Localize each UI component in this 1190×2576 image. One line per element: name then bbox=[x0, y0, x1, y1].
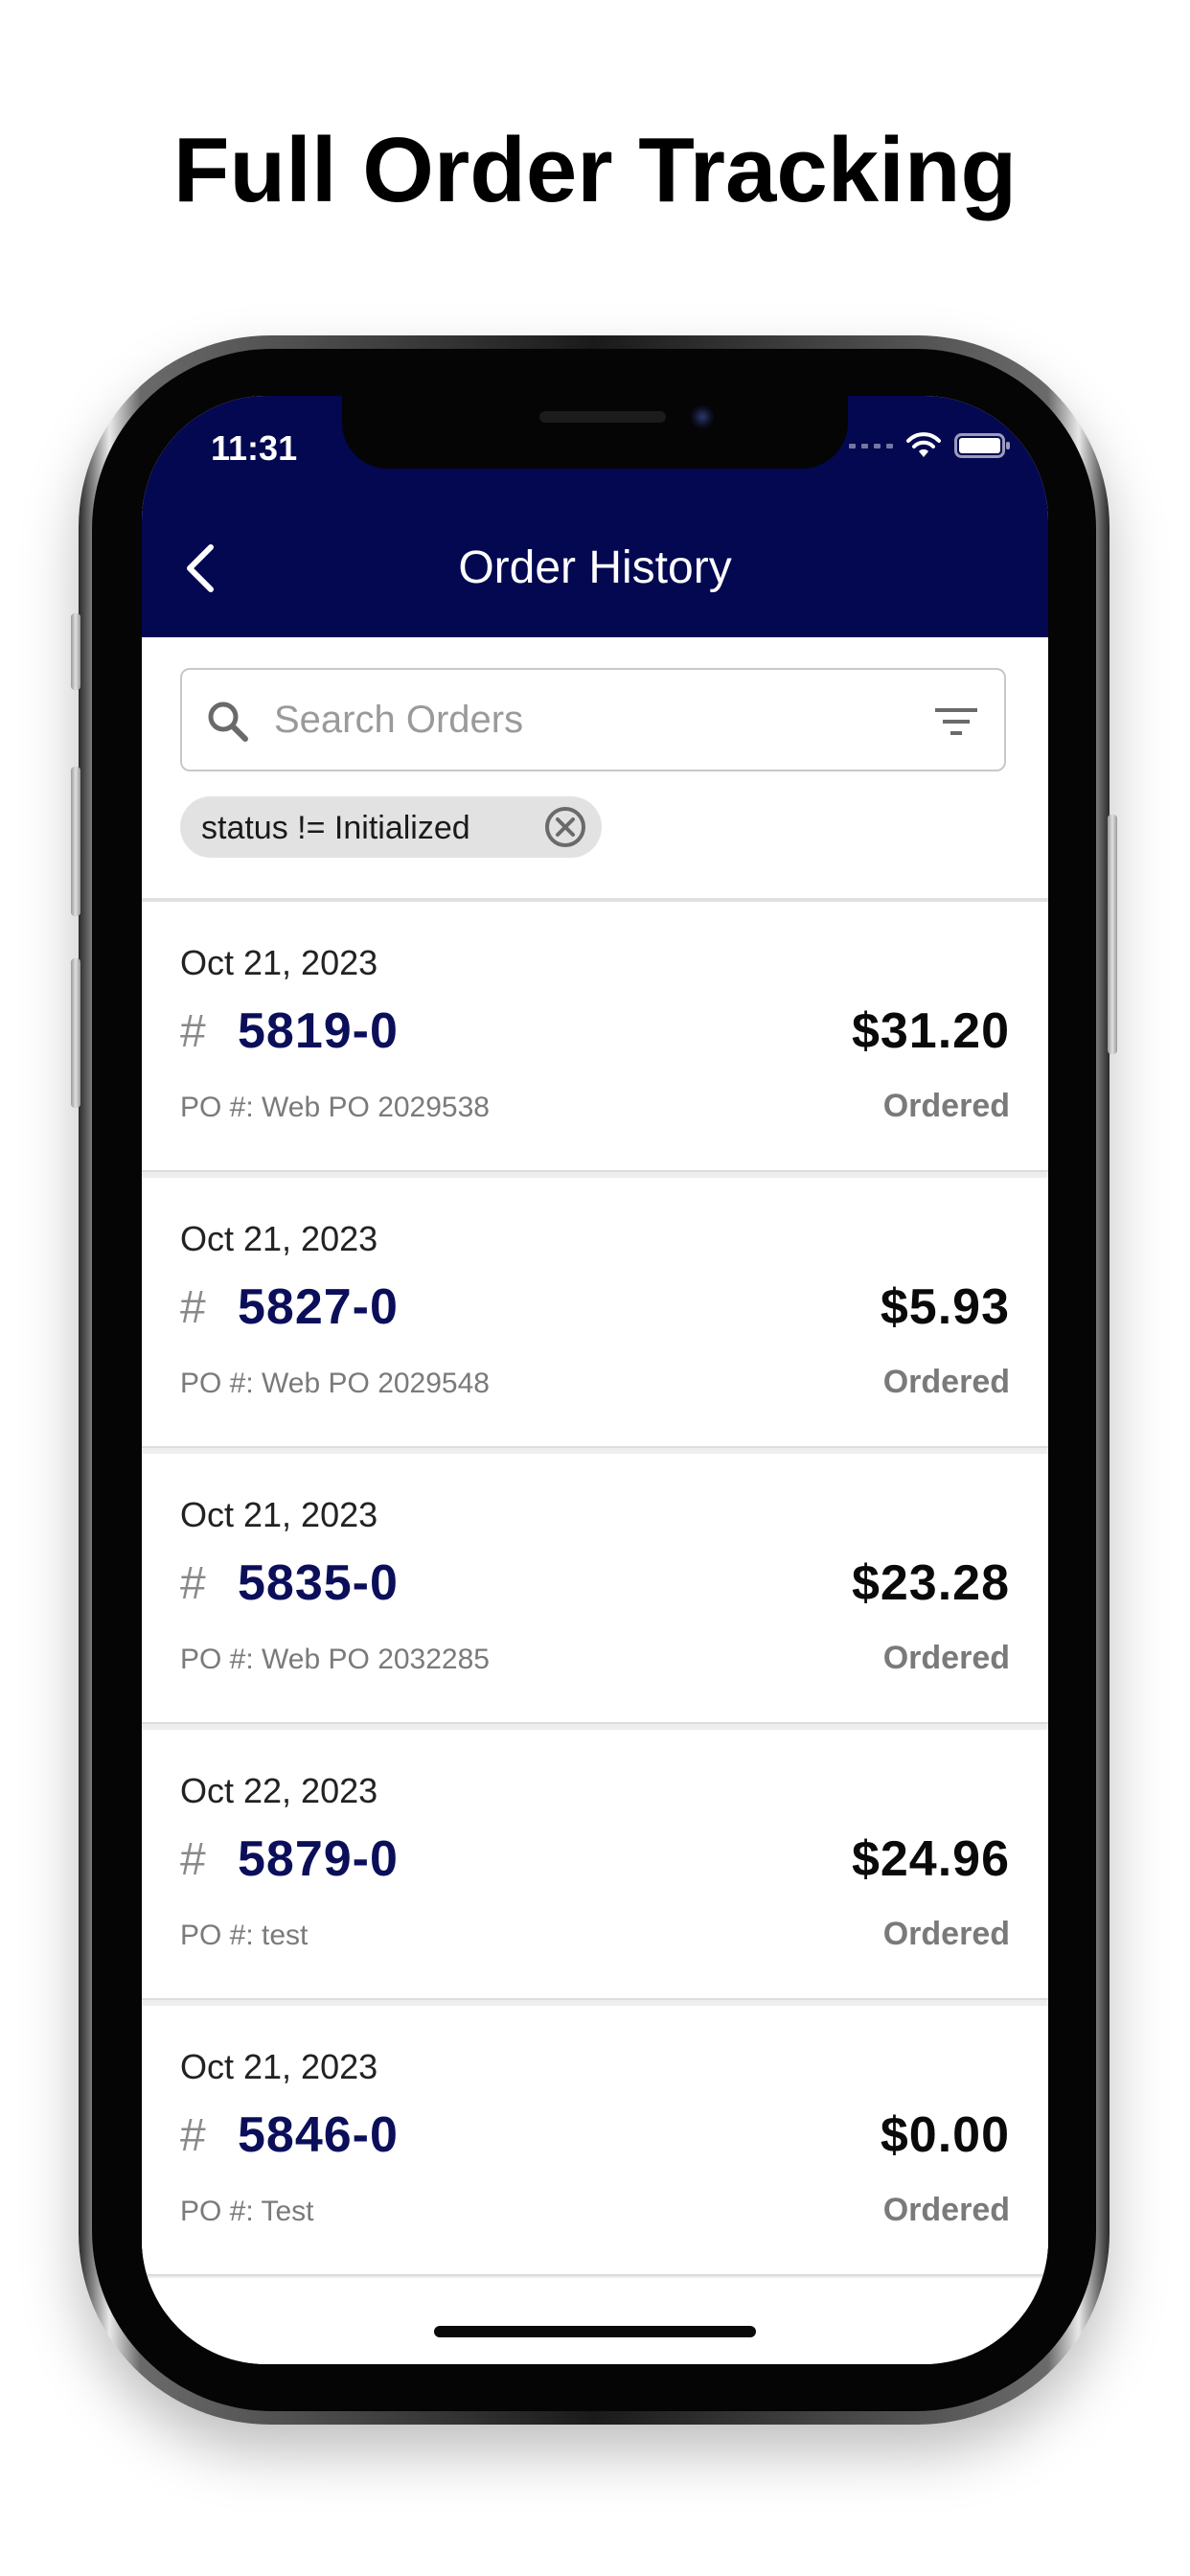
wifi-icon bbox=[906, 432, 941, 457]
page-title: Order History bbox=[458, 542, 732, 593]
order-date: Oct 21, 2023 bbox=[180, 2047, 378, 2086]
order-row[interactable]: Oct 21, 2023 # 5827-0 $5.93 PO #: Web PO… bbox=[142, 1178, 1048, 1448]
screen-bottom-area bbox=[142, 2278, 1048, 2364]
order-status: Ordered bbox=[882, 1640, 1010, 1676]
order-hash-symbol: # bbox=[180, 1006, 206, 1057]
order-row[interactable]: Oct 21, 2023 # 5846-0 $0.00 PO #: Test O… bbox=[142, 2006, 1048, 2276]
order-row[interactable]: Oct 21, 2023 # 5835-0 $23.28 PO #: Web P… bbox=[142, 1454, 1048, 1724]
order-number: 5879-0 bbox=[238, 1831, 399, 1887]
order-row[interactable]: Oct 22, 2023 # 5879-0 $24.96 PO #: test … bbox=[142, 1730, 1048, 2000]
order-date: Oct 21, 2023 bbox=[180, 943, 378, 982]
close-circle-icon[interactable] bbox=[542, 804, 588, 850]
signal-icon bbox=[849, 443, 893, 448]
search-bar[interactable] bbox=[180, 668, 1006, 771]
speaker-grille bbox=[539, 411, 666, 423]
order-hash-symbol: # bbox=[180, 1558, 206, 1609]
status-bar-icons bbox=[849, 432, 1012, 459]
order-po-number: PO #: Web PO 2029538 bbox=[180, 1092, 490, 1123]
order-po-number: PO #: Web PO 2029548 bbox=[180, 1368, 490, 1399]
filter-icon[interactable] bbox=[933, 704, 979, 739]
order-status: Ordered bbox=[882, 1916, 1010, 1952]
order-po-number: PO #: Test bbox=[180, 2196, 314, 2227]
order-number: 5835-0 bbox=[238, 1555, 399, 1611]
order-number: 5827-0 bbox=[238, 1279, 399, 1335]
order-amount: $5.93 bbox=[880, 1279, 1010, 1335]
power-button bbox=[1108, 815, 1117, 1054]
mute-switch bbox=[71, 613, 80, 690]
volume-up-button bbox=[71, 767, 80, 916]
order-amount: $23.28 bbox=[851, 1555, 1010, 1611]
order-status: Ordered bbox=[882, 2192, 1010, 2228]
order-amount: $24.96 bbox=[851, 1831, 1010, 1887]
order-po-number: PO #: Web PO 2032285 bbox=[180, 1644, 490, 1675]
order-amount: $31.20 bbox=[851, 1003, 1010, 1059]
filter-chip[interactable]: status != Initialized bbox=[180, 796, 602, 858]
search-input[interactable] bbox=[274, 691, 906, 748]
order-hash-symbol: # bbox=[180, 2110, 206, 2161]
front-camera bbox=[691, 405, 714, 428]
filter-chip-label: status != Initialized bbox=[201, 810, 470, 846]
phone-screen: 11:31 Order History Search Orders status… bbox=[142, 396, 1048, 2364]
order-date: Oct 21, 2023 bbox=[180, 1219, 378, 1258]
order-number: 5819-0 bbox=[238, 1003, 399, 1059]
order-status: Ordered bbox=[882, 1088, 1010, 1124]
search-icon bbox=[208, 702, 248, 742]
marketing-headline: Full Order Tracking bbox=[172, 119, 1018, 221]
order-status: Ordered bbox=[882, 1364, 1010, 1400]
order-list: Oct 21, 2023 # 5819-0 $31.20 PO #: Web P… bbox=[142, 898, 1048, 2282]
order-hash-symbol: # bbox=[180, 1834, 206, 1885]
order-po-number: PO #: test bbox=[180, 1920, 309, 1951]
order-hash-symbol: # bbox=[180, 1282, 206, 1333]
status-bar-time: 11:31 bbox=[211, 428, 298, 468]
battery-icon bbox=[954, 433, 1010, 458]
device-notch bbox=[342, 396, 848, 469]
home-indicator[interactable] bbox=[434, 2326, 756, 2337]
order-date: Oct 22, 2023 bbox=[180, 1771, 378, 1810]
order-number: 5846-0 bbox=[238, 2107, 399, 2163]
order-date: Oct 21, 2023 bbox=[180, 1495, 378, 1534]
order-amount: $0.00 bbox=[880, 2107, 1010, 2163]
volume-down-button bbox=[71, 958, 80, 1108]
order-row[interactable]: Oct 21, 2023 # 5819-0 $31.20 PO #: Web P… bbox=[142, 902, 1048, 1172]
